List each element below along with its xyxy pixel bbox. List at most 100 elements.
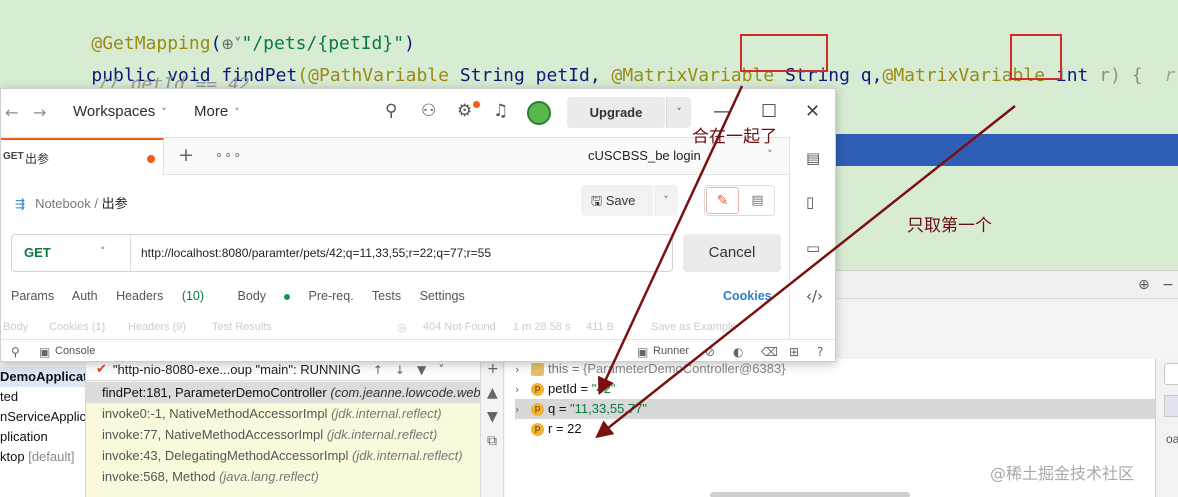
bell-icon[interactable]: ♫ — [493, 101, 508, 121]
chevron-down-icon: ˅ — [234, 106, 240, 119]
comments-icon[interactable]: ▭ — [806, 239, 820, 257]
forward-icon[interactable]: → — [33, 103, 46, 122]
frame-package: (java.lang.reflect) — [219, 469, 319, 484]
variable-petid[interactable]: › p petId = "42" — [515, 379, 615, 399]
save-menu-button[interactable]: ˅ — [654, 185, 678, 216]
list-item[interactable]: DemoApplicati — [0, 367, 85, 387]
environment-selector[interactable]: cUSCBSS_be login — [588, 148, 701, 163]
frame-method: findPet:181, ParameterDemoController — [102, 385, 327, 400]
stack-frame[interactable]: invoke:43, DelegatingMethodAccessorImpl … — [86, 445, 480, 466]
expand-arrow-icon[interactable]: › — [515, 380, 531, 400]
response-tab-headers[interactable]: Headers (9) — [128, 321, 186, 333]
response-tab-cookies[interactable]: Cookies (1) — [49, 321, 105, 333]
response-tabs: Body Cookies (1) Headers (9) Test Result… — [1, 321, 789, 337]
list-item[interactable]: ted — [0, 387, 18, 407]
tab-params[interactable]: Params — [11, 289, 54, 303]
runner-button[interactable]: Runner — [653, 345, 689, 357]
chevron-down-icon[interactable]: ˅ — [100, 245, 106, 258]
settings-icon[interactable]: ⊕ — [1138, 277, 1150, 293]
minimize-window-icon[interactable]: — — [713, 101, 731, 122]
chevron-down-icon[interactable]: ˅ — [438, 363, 444, 377]
response-tab-tests[interactable]: Test Results — [212, 321, 272, 333]
arrow-down-icon[interactable]: ▼ — [487, 409, 498, 425]
console-button[interactable]: Console — [55, 345, 95, 357]
minimize-icon[interactable]: − — [1162, 277, 1174, 293]
arrow-down-icon[interactable]: ↓ — [395, 363, 405, 377]
watermark: @稀土掘金技术社区 — [990, 460, 1134, 484]
url-input[interactable]: http://localhost:8080/paramter/pets/42;q… — [130, 235, 670, 271]
filter-icon[interactable]: ▼ — [417, 363, 426, 377]
gear-icon[interactable]: ⚙ — [457, 101, 472, 121]
list-item[interactable]: ktop [default] — [0, 447, 74, 467]
tab-auth[interactable]: Auth — [72, 289, 98, 303]
expand-arrow-icon[interactable]: › — [515, 360, 531, 380]
method-select[interactable]: GET — [24, 245, 51, 260]
close-window-icon[interactable]: ✕ — [805, 101, 820, 122]
side-panel-box[interactable] — [1164, 363, 1178, 385]
trash-icon[interactable]: ⌫ — [761, 345, 778, 359]
cookie-icon[interactable]: ◐ — [733, 345, 743, 359]
layout-icon[interactable]: ⊞ — [789, 345, 799, 359]
save-example-button[interactable]: Save as Example — [651, 321, 737, 333]
breadcrumb-parent[interactable]: Notebook — [35, 196, 91, 211]
variable-q[interactable]: › p q = "11,33,55,77" — [515, 399, 1155, 419]
side-panel-text: oa — [1166, 432, 1178, 446]
search-icon[interactable]: ⚲ — [11, 345, 20, 359]
environment-icon[interactable]: ▤ — [806, 149, 820, 167]
stack-frame[interactable]: invoke:568, Method (java.lang.reflect) — [86, 466, 480, 487]
arrow-up-icon[interactable]: ↑ — [373, 363, 383, 377]
response-size: 411 B — [586, 321, 614, 333]
parameter-icon: p — [531, 423, 544, 437]
variable-value: "42" — [591, 381, 616, 396]
frame-package: (jdk.internal.reflect) — [326, 427, 438, 442]
back-icon[interactable]: ← — [5, 103, 18, 122]
thread-selector[interactable]: ✔ "http-nio-8080-exe...oup "main": RUNNI… — [86, 359, 480, 381]
maximize-window-icon[interactable]: ☐ — [761, 101, 777, 122]
horizontal-scrollbar[interactable] — [710, 492, 910, 497]
list-item[interactable]: nServiceApplica — [0, 407, 85, 427]
tab-settings[interactable]: Settings — [420, 289, 465, 303]
side-panel-box[interactable] — [1164, 395, 1178, 417]
tab-request[interactable]: GET 出参 — [1, 138, 164, 175]
pencil-icon[interactable]: ✎ — [706, 187, 739, 214]
add-user-icon[interactable]: ⚇ — [421, 101, 436, 121]
stack-frame[interactable]: invoke0:-1, NativeMethodAccessorImpl (jd… — [86, 403, 480, 424]
cookies-link[interactable]: Cookies — [723, 289, 772, 303]
variable-this[interactable]: › this = {ParameterDemoController@6383} — [515, 359, 786, 379]
upgrade-menu-button[interactable]: ˅ — [666, 97, 691, 128]
console-icon[interactable]: ▣ — [39, 345, 50, 359]
chevron-down-icon[interactable]: ˅ — [767, 148, 773, 161]
documentation-icon[interactable]: ▯ — [806, 193, 814, 211]
workspaces-menu[interactable]: Workspaces ˅ — [73, 103, 167, 120]
variable-name: q = — [548, 401, 571, 416]
help-icon[interactable]: ? — [817, 345, 823, 359]
tab-body[interactable]: Body — [238, 289, 291, 303]
capture-icon[interactable]: ⊘ — [705, 345, 715, 359]
param-q-name: q, — [849, 65, 883, 86]
arrow-up-icon[interactable]: ▲ — [487, 385, 498, 401]
duplicate-icon[interactable]: ⧉ — [487, 433, 497, 449]
code-icon[interactable]: ‹/› — [806, 287, 823, 305]
body-indicator-dot — [284, 293, 291, 300]
save-button[interactable]: 🖫 Save — [581, 185, 653, 216]
tab-prereq[interactable]: Pre-req. — [309, 289, 354, 303]
new-tab-button[interactable]: + — [178, 144, 194, 166]
cancel-button[interactable]: Cancel — [683, 234, 781, 272]
avatar[interactable] — [527, 101, 551, 125]
search-icon[interactable]: ⚲ — [385, 101, 397, 121]
response-tab-body[interactable]: Body — [3, 321, 28, 333]
tab-tests[interactable]: Tests — [372, 289, 401, 303]
tab-headers[interactable]: Headers (10) — [116, 289, 219, 303]
upgrade-button[interactable]: Upgrade — [567, 97, 665, 128]
more-tabs-icon[interactable]: ∘∘∘ — [215, 147, 242, 163]
more-menu[interactable]: More ˅ — [194, 103, 240, 120]
variable-name: r = — [548, 421, 568, 436]
add-watch-icon[interactable]: + — [487, 361, 499, 377]
list-item[interactable]: plication — [0, 427, 48, 447]
variable-r[interactable]: p r = 22 — [515, 419, 582, 439]
document-icon[interactable]: ▤ — [741, 187, 774, 214]
expand-arrow-icon[interactable]: › — [515, 400, 531, 420]
stack-frame[interactable]: findPet:181, ParameterDemoController (co… — [86, 382, 480, 403]
stack-frame[interactable]: invoke:77, NativeMethodAccessorImpl (jdk… — [86, 424, 480, 445]
frame-method: invoke:77, NativeMethodAccessorImpl — [102, 427, 324, 442]
